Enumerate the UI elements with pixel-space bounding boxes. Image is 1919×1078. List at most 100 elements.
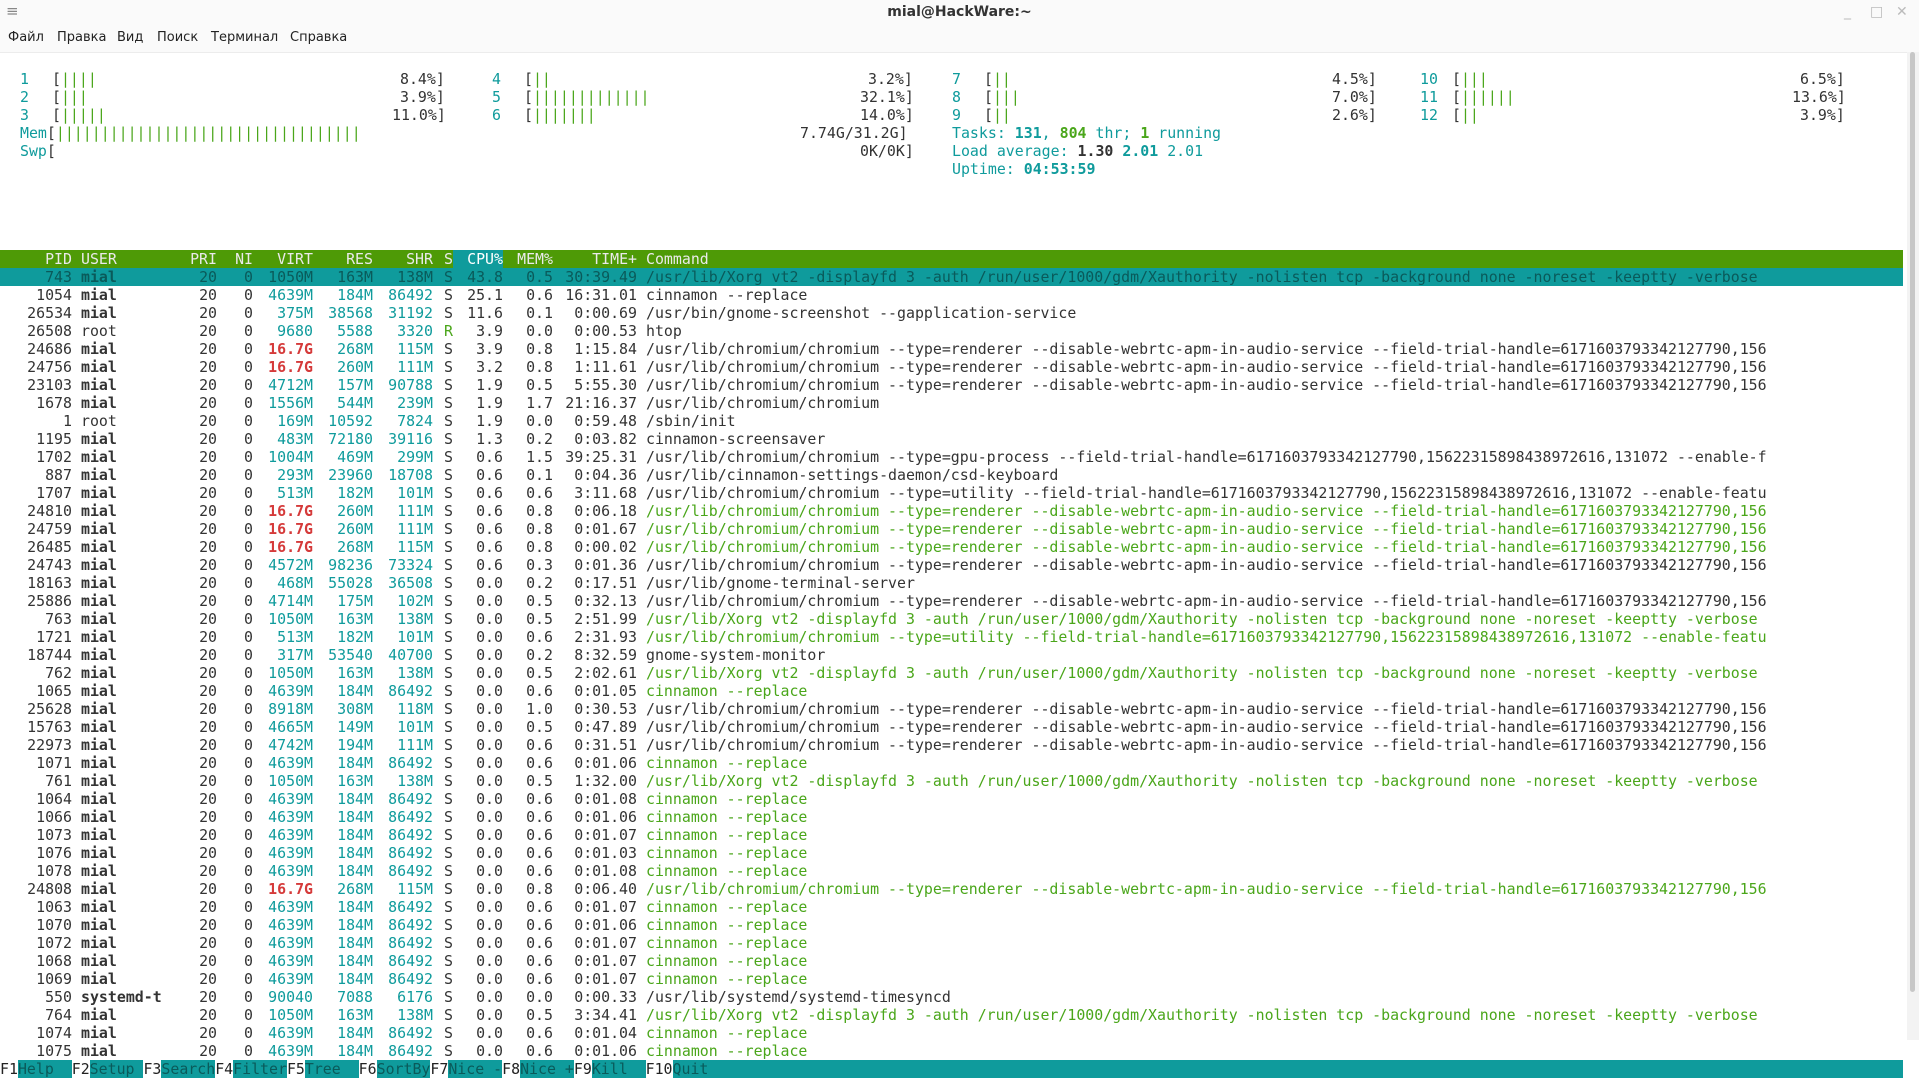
table-row[interactable]: 761 mial 20 0 1050M 163M 138M S 0.0 0.5 1:32.00/us… <box>0 772 1903 790</box>
cell-user: mial <box>81 592 117 610</box>
cell-s: S <box>444 340 453 358</box>
table-row[interactable]: 1702 mial 20 0 1004M 469M 299M S 0.6 1.5 39:25.31 /… <box>0 448 1903 466</box>
table-row[interactable]: 24808 mial 20 0 16.7G 268M 115M S 0.0 0.8 0:06.40 /… <box>0 880 1903 898</box>
cell-shr: 138M <box>397 610 433 628</box>
close-icon[interactable]: ✕ <box>1896 4 1908 20</box>
table-row[interactable]: 24686 mial 20 0 16.7G 268M 115M S 3.9 0.8 1:15.84 /… <box>0 340 1903 358</box>
cell-time: 0:30.53 <box>574 700 637 718</box>
fkey-button[interactable]: F3Search <box>143 1060 216 1078</box>
table-row[interactable]: 1195 mial 20 0 483M 72180 39116 S 1.3 0.2 0:03.82 c… <box>0 430 1903 448</box>
fkey-button[interactable]: F6SortBy <box>358 1060 431 1078</box>
cell-pid: 1066 <box>36 808 72 826</box>
cell-pri: 20 <box>199 844 217 862</box>
cell-pri: 20 <box>199 1024 217 1042</box>
table-row[interactable]: 1721 mial 20 0 513M 182M 101M S 0.0 0.6 2:31.93/us… <box>0 628 1903 646</box>
cell-mem: 0.6 <box>526 484 553 502</box>
cell-pri: 20 <box>199 286 217 304</box>
table-row[interactable]: 1074 mial 20 0 4639M 184M 86492 S 0.0 0.6 0:01.04 c… <box>0 1024 1903 1042</box>
cell-shr: 86492 <box>388 754 433 772</box>
table-row[interactable]: 26534 mial 20 0 375M 38568 31192 S 11.6 0.1 0:00.6… <box>0 304 1903 322</box>
menu-search[interactable]: Поиск <box>157 30 198 45</box>
fkey-button[interactable]: F10Quit <box>645 1060 727 1078</box>
table-row[interactable]: 1070 mial 20 0 4639M 184M 86492 S 0.0 0.6 0:01.06 c… <box>0 916 1903 934</box>
table-row[interactable]: 1071 mial 20 0 4639M 184M 86492 S 0.0 0.6 0:01.06 c… <box>0 754 1903 772</box>
table-row[interactable]: 24743 mial 20 0 4572M 98236 73324 S 0.6 0.3 0:01.3… <box>0 556 1903 574</box>
table-row[interactable]: 764 mial 20 0 1050M 163M 138M S 0.0 0.5 3:34.41/us… <box>0 1006 1903 1024</box>
table-row[interactable]: 1076 mial 20 0 4639M 184M 86492 S 0.0 0.6 0:01.03 c… <box>0 844 1903 862</box>
table-row[interactable]: 1069 mial 20 0 4639M 184M 86492 S 0.0 0.6 0:01.07 c… <box>0 970 1903 988</box>
table-row[interactable]: 1063 mial 20 0 4639M 184M 86492 S 0.0 0.6 0:01.07 c… <box>0 898 1903 916</box>
fkey-button[interactable]: F1Help <box>0 1060 72 1078</box>
table-row[interactable]: 23103 mial 20 0 4712M 157M 90788 S 1.9 0.5 5:55.30… <box>0 376 1903 394</box>
menu-help[interactable]: Справка <box>290 30 347 45</box>
scrollbar[interactable] <box>1907 52 1919 1040</box>
cell-time: 5:55.30 <box>574 376 637 394</box>
table-row[interactable]: 1073 mial 20 0 4639M 184M 86492 S 0.0 0.6 0:01.07 c… <box>0 826 1903 844</box>
cell-cpu: 0.0 <box>476 1024 503 1042</box>
fkey-button[interactable]: F7Nice - <box>430 1060 503 1078</box>
cell-ni: 0 <box>244 628 253 646</box>
cell-s: S <box>444 358 453 376</box>
table-row[interactable]: 24756 mial 20 0 16.7G 260M 111M S 3.2 0.8 1:11.61 /… <box>0 358 1903 376</box>
table-row[interactable]: 1678 mial 20 0 1556M 544M 239M S 1.9 1.7 21:16.37 /… <box>0 394 1903 412</box>
fkey-button[interactable]: F2Setup <box>71 1060 144 1078</box>
table-row[interactable]: 550 systemd-t 20 0 90040 7088 6176 S 0.0 0.0 0:00.… <box>0 988 1903 1006</box>
table-row[interactable]: 25628 mial 20 0 8918M 308M 118M S 0.0 1.0 0:30.53 /… <box>0 700 1903 718</box>
table-row[interactable]: 1072 mial 20 0 4639M 184M 86492 S 0.0 0.6 0:01.07 c… <box>0 934 1903 952</box>
minimize-icon[interactable]: _ <box>1844 4 1851 20</box>
cell-pid: 1678 <box>36 394 72 412</box>
table-row[interactable]: 887 mial 20 0 293M 23960 18708 S 0.6 0.1 0:04.36/u… <box>0 466 1903 484</box>
cell-virt: 4742M <box>268 736 313 754</box>
table-row[interactable]: 762 mial 20 0 1050M 163M 138M S 0.0 0.5 2:02.61/us… <box>0 664 1903 682</box>
cell-res: 194M <box>337 736 373 754</box>
table-row[interactable]: 1054 mial 20 0 4639M 184M 86492 S 25.1 0.6 16:31.0… <box>0 286 1903 304</box>
table-row[interactable]: 1078 mial 20 0 4639M 184M 86492 S 0.0 0.6 0:01.08 c… <box>0 862 1903 880</box>
cell-mem: 0.5 <box>526 376 553 394</box>
cell-user: mial <box>81 844 117 862</box>
table-row[interactable]: 24810 mial 20 0 16.7G 260M 111M S 0.6 0.8 0:06.18 /… <box>0 502 1903 520</box>
table-row[interactable]: 22973 mial 20 0 4742M 194M 111M S 0.0 0.6 0:31.51 /… <box>0 736 1903 754</box>
cell-res: 184M <box>337 826 373 844</box>
table-row[interactable]: 1068 mial 20 0 4639M 184M 86492 S 0.0 0.6 0:01.07 c… <box>0 952 1903 970</box>
table-row[interactable]: 1064 mial 20 0 4639M 184M 86492 S 0.0 0.6 0:01.08 c… <box>0 790 1903 808</box>
cell-pid: 1063 <box>36 898 72 916</box>
table-row[interactable]: 1707 mial 20 0 513M 182M 101M S 0.6 0.6 3:11.68/us… <box>0 484 1903 502</box>
table-row[interactable]: 26508 root 20 0 9680 5588 3320 R 3.9 0.0 0:00.53 ht… <box>0 322 1903 340</box>
table-row[interactable]: 18744 mial 20 0 317M 53540 40700 S 0.0 0.2 8:32.59… <box>0 646 1903 664</box>
table-row[interactable]: 1065 mial 20 0 4639M 184M 86492 S 0.0 0.6 0:01.05 c… <box>0 682 1903 700</box>
table-row[interactable]: 1 root 20 0 169M 10592 7824 S 1.9 0.0 0:59.48/sbin… <box>0 412 1903 430</box>
terminal-area[interactable]: 1 [|||| 8.4%] 2 [||| 3.9%] 3 [||||| 11.0… <box>0 52 1903 1078</box>
menu-view[interactable]: Вид <box>117 30 143 45</box>
cell-cmd: cinnamon --replace <box>646 1042 808 1060</box>
table-row[interactable]: 18163 mial 20 0 468M 55028 36508 S 0.0 0.2 0:17.51… <box>0 574 1903 592</box>
scrollbar-thumb[interactable] <box>1910 52 1915 992</box>
cell-mem: 0.6 <box>526 1042 553 1060</box>
process-table-header[interactable]: PID USER PRI NI VIRT RES SHR S CPU% MEM% TIME+ Comm… <box>0 250 1903 268</box>
menu-edit[interactable]: Правка <box>57 30 106 45</box>
cpu-meter: 9 <box>952 106 961 124</box>
table-row[interactable]: 763 mial 20 0 1050M 163M 138M S 0.0 0.5 2:51.99/us… <box>0 610 1903 628</box>
cell-ni: 0 <box>244 826 253 844</box>
table-row[interactable]: 1066 mial 20 0 4639M 184M 86492 S 0.0 0.6 0:01.06 c… <box>0 808 1903 826</box>
sort-column-cpu[interactable]: CPU% <box>453 250 503 268</box>
table-row[interactable]: 25886 mial 20 0 4714M 175M 102M S 0.0 0.5 0:32.13 /… <box>0 592 1903 610</box>
menu-terminal[interactable]: Терминал <box>211 30 278 45</box>
fkey-button[interactable]: F5Tree <box>286 1060 359 1078</box>
fkey-button[interactable]: F8Nice + <box>502 1060 574 1078</box>
table-row[interactable]: 24759 mial 20 0 16.7G 260M 111M S 0.6 0.8 0:01.67 /… <box>0 520 1903 538</box>
fkey-button[interactable]: F9Kill <box>573 1060 646 1078</box>
table-row[interactable]: 1075 mial 20 0 4639M 184M 86492 S 0.0 0.6 0:01.06 c… <box>0 1042 1903 1060</box>
cell-pri: 20 <box>199 790 217 808</box>
menu-file[interactable]: Файл <box>8 30 44 45</box>
cell-time: 0:01.07 <box>574 898 637 916</box>
table-row[interactable]: 743 mial 20 0 1050M 163M 138M S 43.8 0.5 30:39.49 /… <box>0 268 1903 286</box>
cell-pri: 20 <box>199 340 217 358</box>
table-row[interactable]: 26485 mial 20 0 16.7G 268M 115M S 0.6 0.8 0:00.02 /… <box>0 538 1903 556</box>
cell-cmd: /usr/bin/gnome-screenshot --gapplication… <box>646 304 1077 322</box>
cell-ni: 0 <box>244 322 253 340</box>
fkey-button[interactable]: F4Filter <box>215 1060 287 1078</box>
cell-cpu: 11.6 <box>467 304 503 322</box>
maximize-icon[interactable]: □ <box>1870 4 1883 20</box>
cell-ni: 0 <box>244 970 253 988</box>
table-row[interactable]: 15763 mial 20 0 4665M 149M 101M S 0.0 0.5 0:47.89 /… <box>0 718 1903 736</box>
